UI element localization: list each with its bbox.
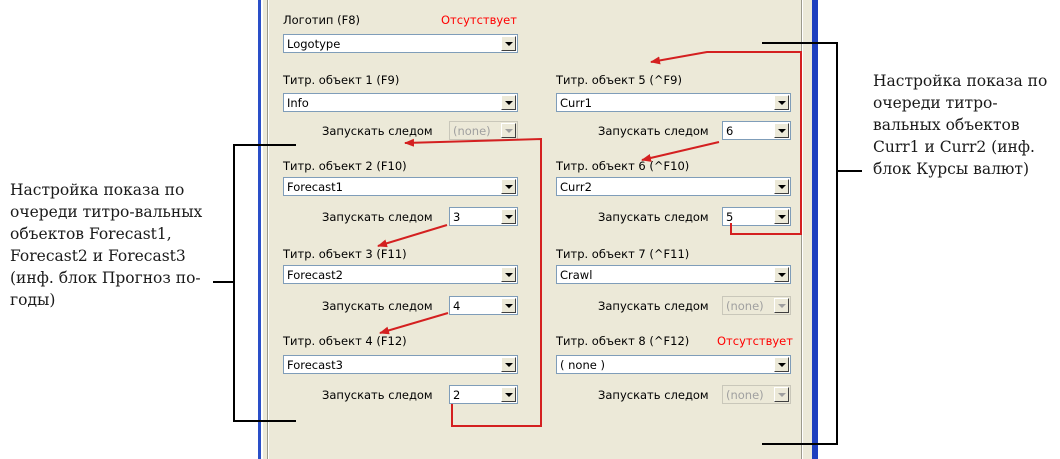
title-object-3-label: Титр. объект 3 (F11) (283, 247, 407, 261)
dropdown-button[interactable] (501, 209, 516, 224)
title-object-4-select[interactable]: Forecast3 (283, 355, 518, 374)
chevron-down-icon (505, 273, 513, 277)
dropdown-button[interactable] (501, 179, 516, 194)
follow-1-label: Запускать следом (322, 124, 433, 138)
follow-7-label: Запускать следом (598, 299, 709, 313)
chevron-down-icon (778, 129, 786, 133)
title-object-5-label: Титр. объект 5 (^F9) (556, 73, 682, 87)
dropdown-button[interactable] (501, 123, 516, 138)
title-object-1-value: Info (287, 96, 309, 110)
dialog-panel: Логотип (F8) Отсутствует Logotype Титр. … (258, 0, 818, 459)
dropdown-button[interactable] (774, 95, 789, 110)
dropdown-button[interactable] (501, 95, 516, 110)
title-object-3-select[interactable]: Forecast2 (283, 265, 518, 284)
title-object-1-label: Титр. объект 1 (F9) (283, 73, 400, 87)
title-object-2-select[interactable]: Forecast1 (283, 177, 518, 196)
dropdown-button[interactable] (774, 209, 789, 224)
follow-3-value: 4 (453, 299, 461, 313)
logo-status: Отсутствует (441, 13, 517, 27)
follow-4-label: Запускать следом (322, 388, 433, 402)
follow-2-select[interactable]: 3 (449, 207, 518, 226)
left-highlight (261, 0, 263, 459)
chevron-down-icon (505, 185, 513, 189)
dropdown-button[interactable] (501, 267, 516, 282)
chevron-down-icon (778, 304, 786, 308)
follow-3-label: Запускать следом (322, 299, 433, 313)
chevron-down-icon (505, 363, 513, 367)
title-object-5-value: Curr1 (560, 96, 592, 110)
dropdown-button[interactable] (774, 267, 789, 282)
title-object-5-select[interactable]: Curr1 (556, 93, 791, 112)
annotation-right: Настройка показа по очереди титро-вальны… (873, 72, 1048, 178)
chevron-down-icon (505, 393, 513, 397)
chevron-down-icon (778, 215, 786, 219)
title-object-2-value: Forecast1 (287, 180, 343, 194)
follow-2-label: Запускать следом (322, 210, 433, 224)
follow-4-value: 2 (453, 388, 461, 402)
title-object-7-select[interactable]: Crawl (556, 265, 791, 284)
chevron-down-icon (778, 185, 786, 189)
chevron-down-icon (505, 304, 513, 308)
follow-8-value: (none) (726, 388, 764, 402)
dropdown-button[interactable] (501, 357, 516, 372)
title-object-1-select[interactable]: Info (283, 93, 518, 112)
dropdown-button[interactable] (501, 36, 516, 51)
follow-8-select[interactable]: (none) (722, 385, 791, 404)
dropdown-button[interactable] (774, 298, 789, 313)
follow-4-select[interactable]: 2 (449, 385, 518, 404)
title-object-8-select[interactable]: ( none ) (556, 355, 791, 374)
title-object-6-label: Титр. объект 6 (^F10) (556, 159, 690, 173)
chevron-down-icon (505, 215, 513, 219)
follow-8-label: Запускать следом (598, 388, 709, 402)
dropdown-button[interactable] (501, 298, 516, 313)
right-groove-light (802, 0, 803, 459)
title-object-6-select[interactable]: Curr2 (556, 177, 791, 196)
follow-6-value: 5 (726, 210, 734, 224)
follow-1-select[interactable]: (none) (449, 121, 518, 140)
dropdown-button[interactable] (501, 387, 516, 402)
title-object-7-value: Crawl (560, 268, 593, 282)
title-object-2-label: Титр. объект 2 (F10) (283, 159, 407, 173)
follow-7-value: (none) (726, 299, 764, 313)
logo-select-value: Logotype (287, 37, 341, 51)
logo-select[interactable]: Logotype (283, 34, 518, 53)
title-object-6-value: Curr2 (560, 180, 592, 194)
chevron-down-icon (505, 101, 513, 105)
dropdown-button[interactable] (774, 123, 789, 138)
title-object-8-value: ( none ) (560, 358, 605, 372)
right-accent-border (812, 0, 818, 459)
title-object-8-label: Титр. объект 8 (^F12) (556, 334, 690, 348)
dropdown-button[interactable] (774, 387, 789, 402)
follow-6-label: Запускать следом (598, 210, 709, 224)
logo-label: Логотип (F8) (283, 13, 361, 27)
follow-1-value: (none) (453, 124, 491, 138)
title-object-3-value: Forecast2 (287, 268, 343, 282)
chevron-down-icon (778, 363, 786, 367)
chevron-down-icon (778, 273, 786, 277)
follow-6-select[interactable]: 5 (722, 207, 791, 226)
follow-3-select[interactable]: 4 (449, 296, 518, 315)
follow-5-value: 6 (726, 124, 734, 138)
dropdown-button[interactable] (774, 179, 789, 194)
follow-5-label: Запускать следом (598, 124, 709, 138)
chevron-down-icon (505, 129, 513, 133)
follow-5-select[interactable]: 6 (722, 121, 791, 140)
chevron-down-icon (778, 101, 786, 105)
chevron-down-icon (505, 42, 513, 46)
left-groove-light (268, 0, 269, 459)
dropdown-button[interactable] (774, 357, 789, 372)
title-object-4-label: Титр. объект 4 (F12) (283, 334, 407, 348)
title-object-4-value: Forecast3 (287, 358, 343, 372)
follow-2-value: 3 (453, 210, 461, 224)
follow-7-select[interactable]: (none) (722, 296, 791, 315)
annotation-left: Настройка показа по очереди титро-вальны… (10, 181, 203, 309)
title-object-7-label: Титр. объект 7 (^F11) (556, 247, 690, 261)
chevron-down-icon (778, 393, 786, 397)
title-object-8-status: Отсутствует (717, 334, 793, 348)
